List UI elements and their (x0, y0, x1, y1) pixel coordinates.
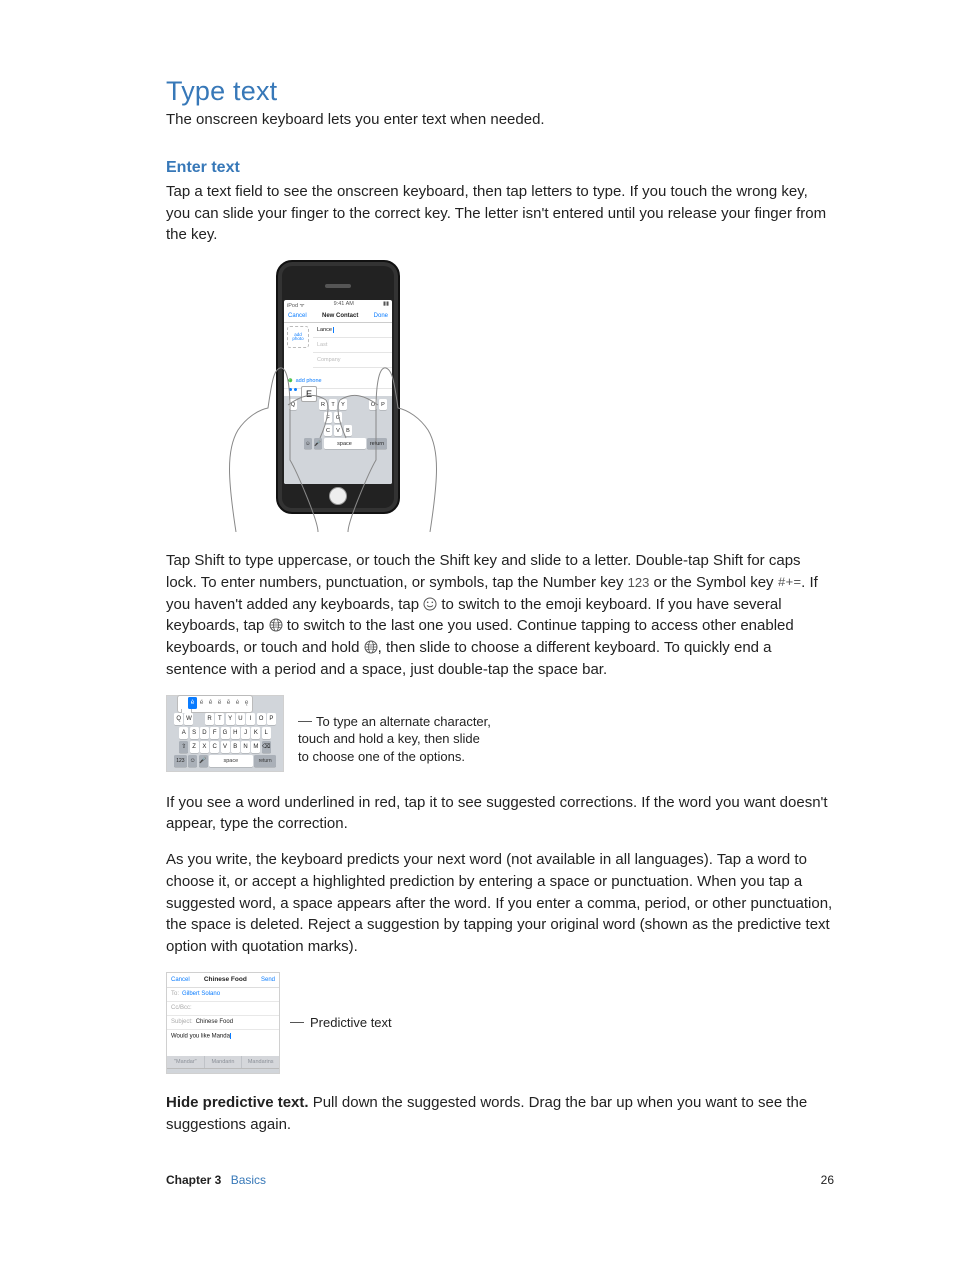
onscreen-keyboard[interactable]: E QWERTYUIOP ASDFGHJKL ⇧ZXCVBNM⌫ 123☺🎤sp… (284, 396, 392, 484)
cancel-button[interactable]: Cancel (288, 313, 307, 319)
backspace-key[interactable]: ⌫ (262, 741, 271, 753)
emoji-key[interactable]: ☺ (188, 755, 197, 767)
subsection-enter-text: Enter text (166, 159, 834, 177)
figure-predictive-text-mail: Cancel Chinese Food Send To:Gilbert Sola… (166, 972, 280, 1074)
mail-cancel-button[interactable]: Cancel (171, 977, 190, 983)
hide-predictive-text-paragraph: Hide predictive text. Pull down the sugg… (166, 1092, 834, 1136)
mail-title: Chinese Food (204, 976, 247, 983)
figure-predictive-text-callout: Predictive text (290, 1015, 392, 1030)
mail-to-field[interactable]: To:Gilbert Solano (167, 988, 279, 1002)
shift-key[interactable]: ⇧ (179, 741, 188, 753)
enter-text-paragraph-2: Tap Shift to type uppercase, or touch th… (166, 550, 834, 681)
section-title: Type text (166, 76, 834, 107)
enter-text-paragraph-4: As you write, the keyboard predicts your… (166, 849, 834, 958)
enter-text-paragraph-1: Tap a text field to see the onscreen key… (166, 181, 834, 246)
emoji-icon (423, 596, 437, 610)
space-key[interactable]: space (209, 755, 253, 767)
figure-alternate-characters-keyboard: è é ê ë ē ė ę QWERTYUIOP ASDFGHJKL ⇧ZXCV… (166, 695, 284, 772)
predictive-suggestion[interactable]: "Mandar" (167, 1056, 205, 1068)
footer-chapter-label: Chapter 3 (166, 1173, 221, 1187)
status-time: 9:41 AM (334, 301, 354, 309)
hide-predictive-text-lead: Hide predictive text. (166, 1094, 309, 1111)
add-photo-button[interactable]: add photo (287, 326, 309, 348)
footer-page-number: 26 (821, 1173, 834, 1187)
section-intro: The onscreen keyboard lets you enter tex… (166, 109, 834, 131)
page-footer: Chapter 3 Basics 26 (166, 1173, 834, 1187)
footer-chapter-name: Basics (231, 1173, 266, 1187)
done-button[interactable]: Done (374, 313, 388, 319)
phone-screen: iPod ᯤ 9:41 AM ▮▮ Cancel New Contact Don… (284, 300, 392, 484)
number-key-label: 123 (628, 575, 650, 590)
number-key[interactable]: 123 (174, 755, 187, 767)
predictive-suggestion[interactable]: Mandarins (242, 1056, 279, 1068)
phone-frame: iPod ᯤ 9:41 AM ▮▮ Cancel New Contact Don… (276, 260, 400, 514)
enter-text-paragraph-3: If you see a word underlined in red, tap… (166, 792, 834, 836)
home-button[interactable] (329, 487, 347, 505)
predictive-suggestion[interactable]: Mandarin (205, 1056, 243, 1068)
dictation-key[interactable]: 🎤 (199, 755, 208, 767)
return-key[interactable]: return (254, 755, 276, 767)
symbol-key-label: #+= (778, 574, 801, 593)
company-field[interactable]: Company (313, 353, 392, 368)
first-name-field[interactable]: Lance (313, 323, 392, 338)
figure-hands-typing: iPod ᯤ 9:41 AM ▮▮ Cancel New Contact Don… (218, 260, 448, 532)
figure-alternate-characters-callout: To type an alternate character, touch an… (298, 713, 491, 766)
mail-body-field[interactable]: Would you like Manda (167, 1030, 279, 1056)
mail-cc-field[interactable]: Cc/Bcc: (167, 1002, 279, 1016)
navbar-title: New Contact (322, 313, 358, 319)
mail-send-button[interactable]: Send (261, 977, 275, 983)
key-popup-e: E (301, 386, 317, 402)
predictive-text-bar[interactable]: "Mandar" Mandarin Mandarins (167, 1056, 279, 1068)
mail-subject-field[interactable]: Subject:Chinese Food (167, 1016, 279, 1030)
globe-icon (269, 617, 283, 631)
last-name-field[interactable]: Last (313, 338, 392, 353)
globe-icon (364, 639, 378, 653)
